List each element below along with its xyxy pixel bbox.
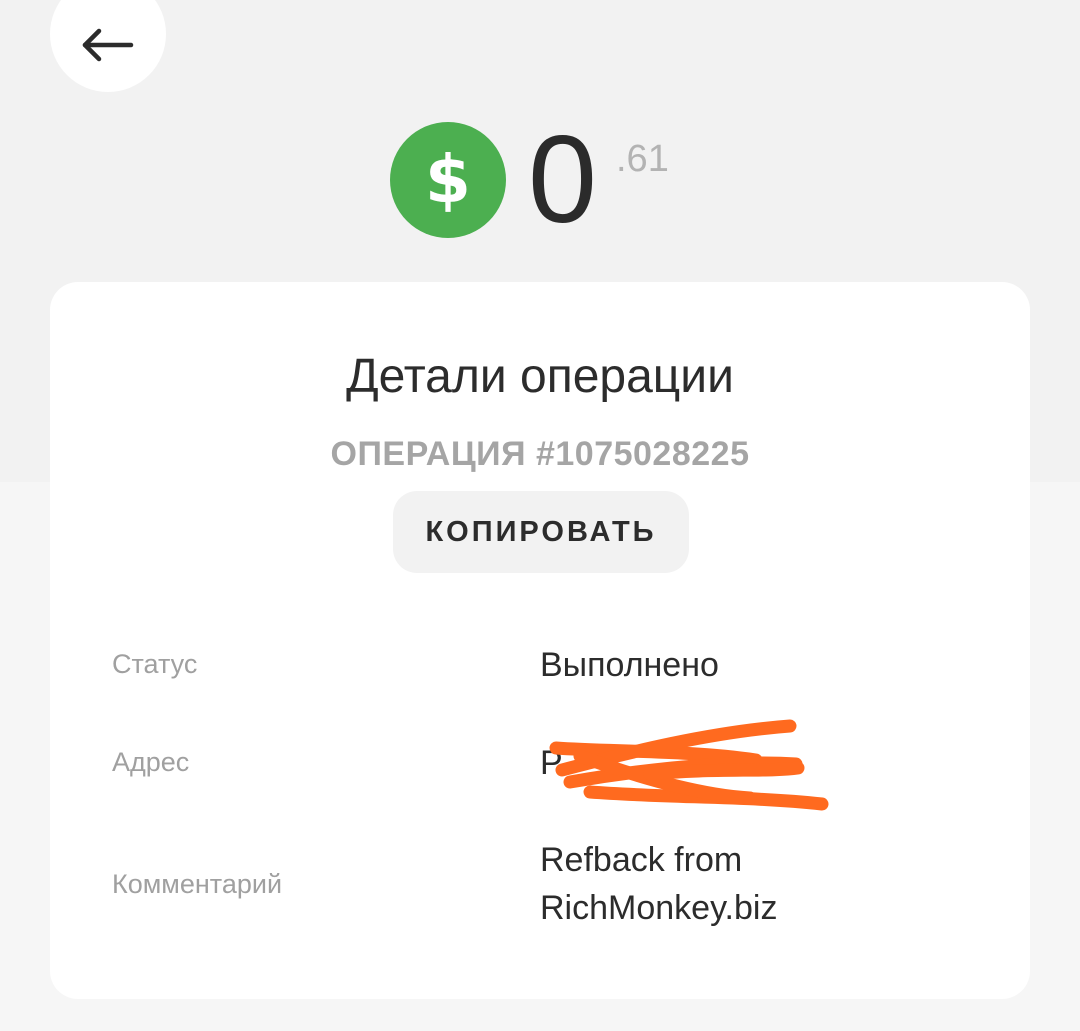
comment-label: Комментарий [112, 869, 283, 899]
balance-integer: 0 [528, 111, 597, 249]
balance-fraction: .61 [616, 138, 669, 180]
currency-symbol: $ [425, 141, 471, 218]
comment-value: Refback from RichMonkey.biz [540, 836, 777, 932]
comment-value-line-2: RichMonkey.biz [540, 889, 778, 927]
operation-details-card: Детали операции ОПЕРАЦИЯ #1075028225 КОП… [50, 282, 1030, 999]
arrow-left-icon [82, 28, 134, 62]
dollar-icon: $ [390, 122, 506, 238]
comment-value-line-1: Refback from [540, 841, 743, 879]
